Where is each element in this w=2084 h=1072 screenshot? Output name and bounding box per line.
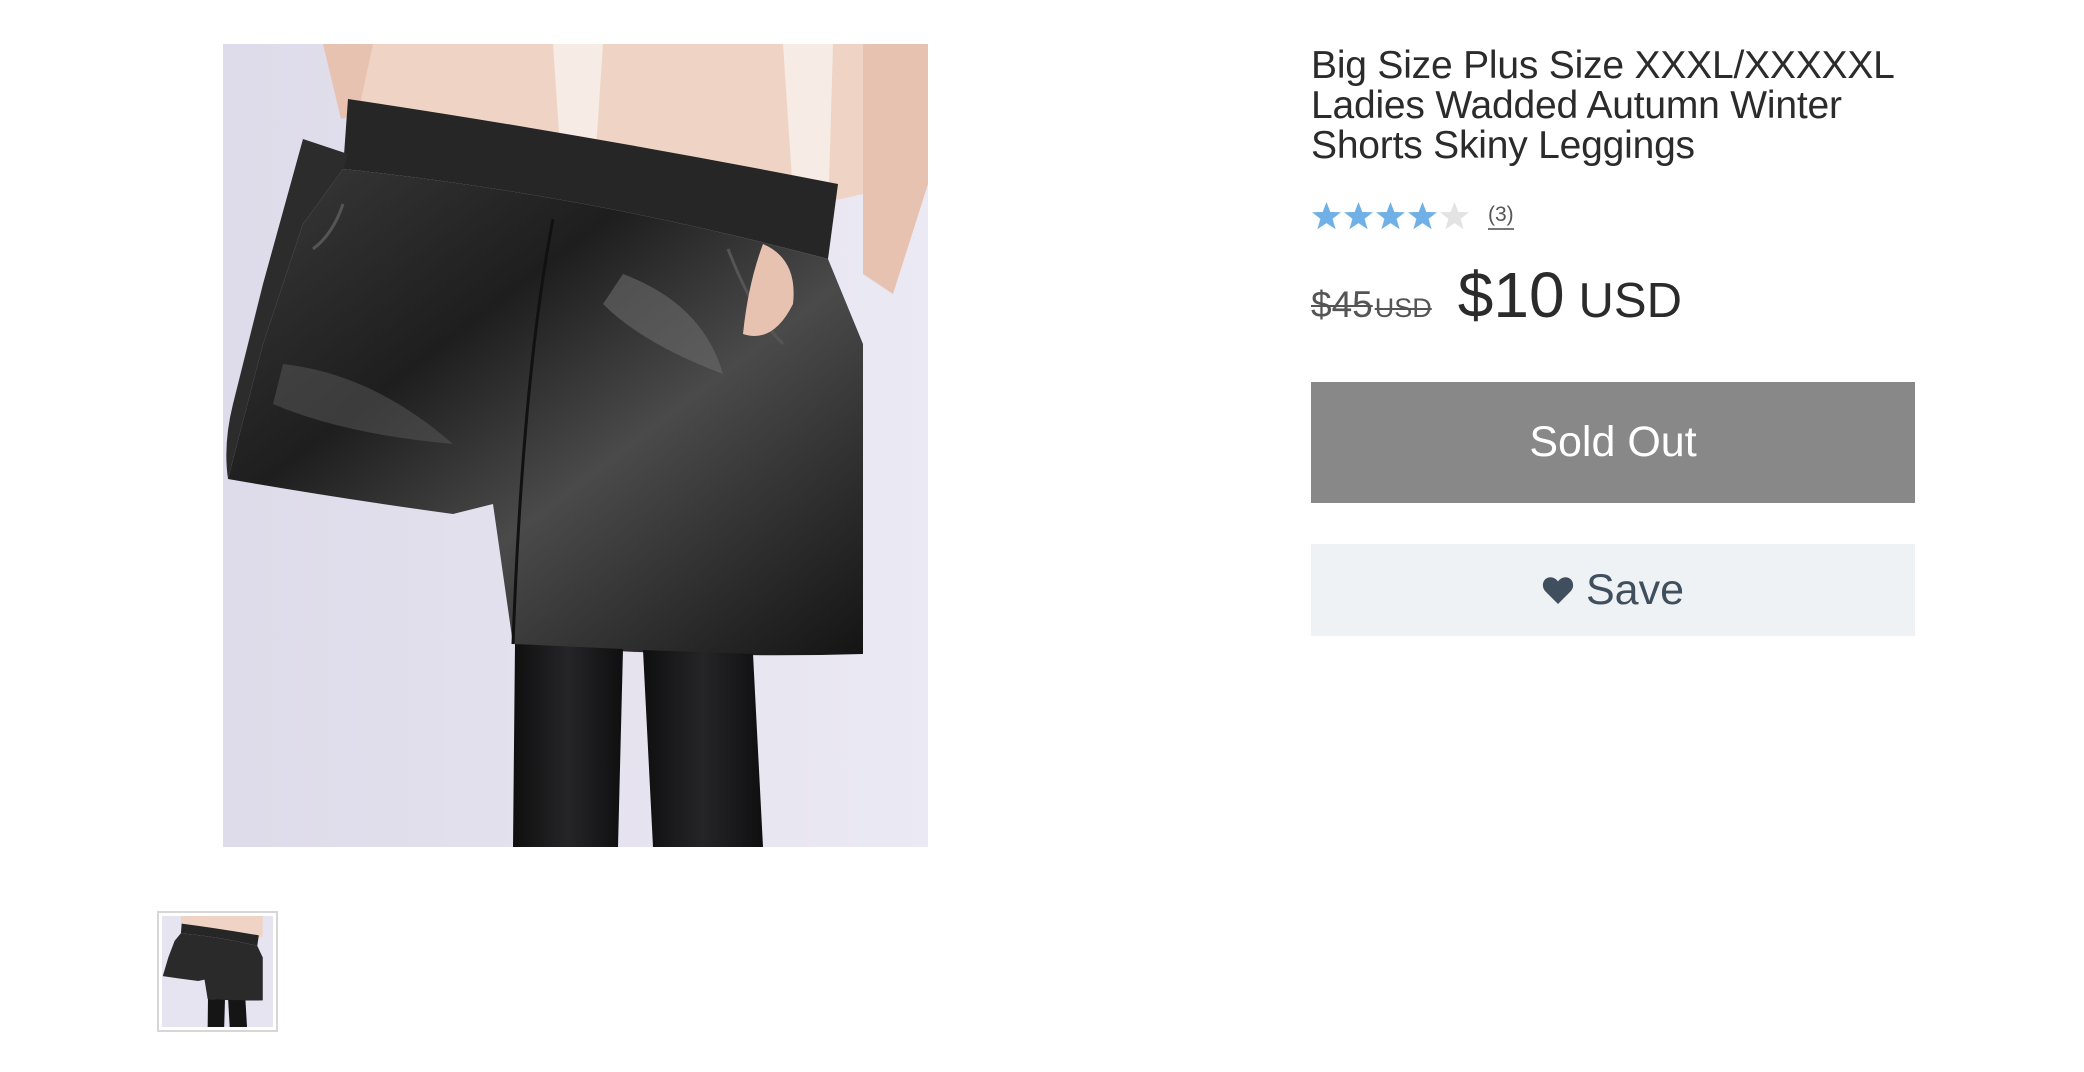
product-photo-illustration <box>223 44 928 847</box>
save-button[interactable]: Save <box>1311 544 1915 636</box>
sold-out-button[interactable]: Sold Out <box>1311 382 1915 503</box>
sale-currency: USD <box>1578 274 1682 328</box>
sale-price: $10 <box>1457 259 1565 331</box>
review-count-link[interactable]: (3) <box>1488 202 1514 230</box>
compare-at-currency: USD <box>1374 293 1432 323</box>
sold-out-label: Sold Out <box>1529 418 1697 466</box>
star-filled-icon <box>1344 201 1373 229</box>
product-info: Big Size Plus Size XXXL/XXXXXL Ladies Wa… <box>1311 46 1915 636</box>
price-row: $45 USD $10 USD <box>1311 258 1915 332</box>
star-filled-icon <box>1376 201 1405 229</box>
star-filled-icon <box>1408 201 1437 229</box>
product-thumbnail[interactable] <box>157 911 278 1032</box>
star-empty-icon <box>1440 201 1469 229</box>
product-main-image[interactable] <box>223 44 928 847</box>
product-thumbnail-illustration <box>162 916 273 1027</box>
product-rating[interactable]: (3) <box>1311 196 1915 236</box>
compare-at-price: $45 <box>1311 284 1373 325</box>
save-label: Save <box>1585 565 1684 614</box>
product-title: Big Size Plus Size XXXL/XXXXXL Ladies Wa… <box>1311 44 1894 167</box>
star-filled-icon <box>1312 201 1341 229</box>
heart-icon <box>1542 577 1574 604</box>
star-rating <box>1311 201 1470 232</box>
